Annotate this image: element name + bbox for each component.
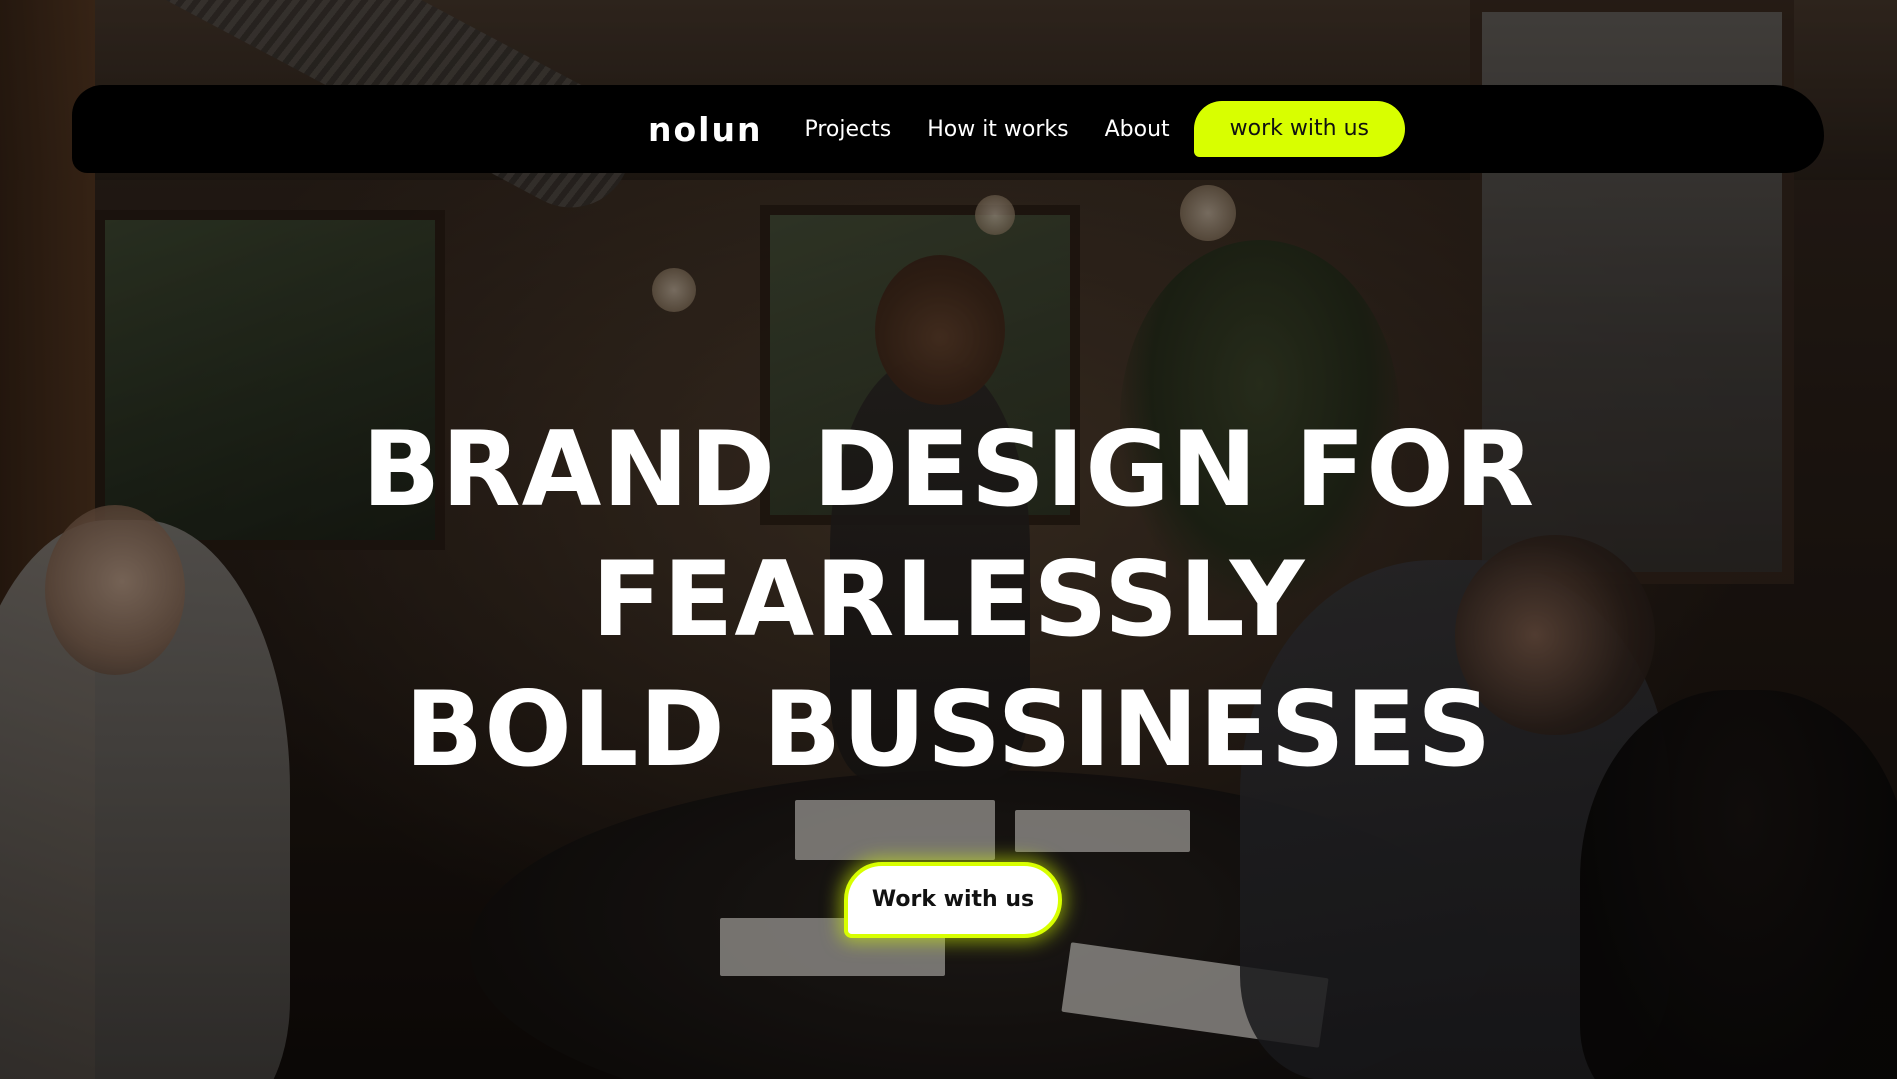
navbar: nolun Projects How it works About work w… [72,85,1824,173]
nav-link-how-it-works[interactable]: How it works [927,117,1068,142]
work-with-us-nav-button[interactable]: work with us [1193,101,1405,157]
hero-headline: BRAND DESIGN FOR FEARLESSLY BOLD BUSSINE… [0,405,1897,795]
headline-line-3: BOLD BUSSINESES [404,670,1493,790]
work-with-us-hero-button[interactable]: Work with us [844,862,1062,938]
headline-line-2: FEARLESSLY [591,540,1306,660]
navbar-content: nolun Projects How it works About work w… [648,99,1405,159]
headline-line-1: BRAND DESIGN FOR [361,410,1536,530]
nav-link-about[interactable]: About [1105,117,1170,142]
brand-logo[interactable]: nolun [648,110,762,149]
nav-link-projects[interactable]: Projects [804,117,891,142]
hero-section: nolun Projects How it works About work w… [0,0,1897,1079]
